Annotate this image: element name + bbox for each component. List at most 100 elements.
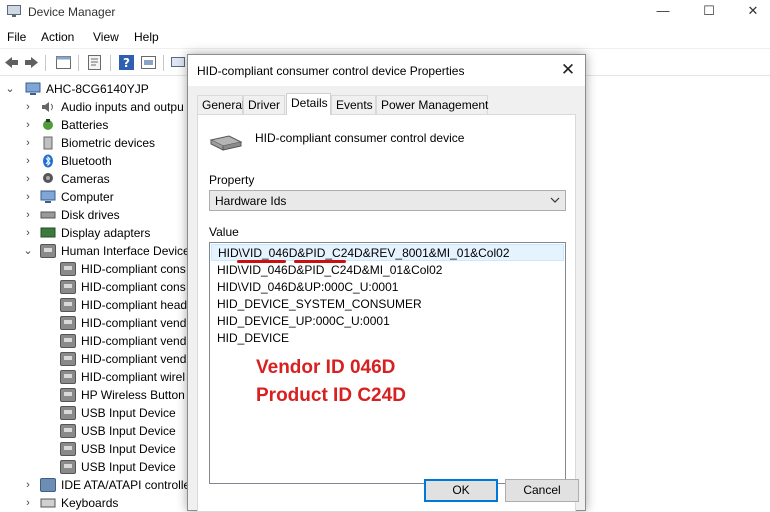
tree-item-hid-child[interactable]: HID-compliant vend [60, 332, 192, 350]
tree-item-label: USB Input Device [81, 460, 176, 474]
tree-item-hid-child[interactable]: HID-compliant cons [60, 278, 192, 296]
tree-item-label: Keyboards [61, 496, 119, 510]
chevron-down-icon[interactable]: ⌄ [22, 242, 34, 260]
chevron-down-icon[interactable]: ⌄ [4, 80, 16, 98]
value-list-item[interactable]: HID_DEVICE_UP:000C_U:0001 [211, 313, 564, 330]
tree-item-hid-child[interactable]: HID-compliant wirel [60, 368, 192, 386]
ok-button[interactable]: OK [424, 479, 498, 502]
hid-device-icon [60, 262, 76, 276]
tree-item-label: HID-compliant vend [81, 352, 187, 366]
value-list-item[interactable]: HID\VID_046D&PID_C24D&REV_8001&MI_01&Col… [211, 244, 564, 261]
tree-root[interactable]: ⌄ AHC-8CG6140YJP [4, 80, 192, 98]
help-icon[interactable]: ? [118, 54, 135, 71]
details-panel: HID-compliant consumer control device Pr… [197, 114, 576, 512]
property-dropdown[interactable]: Hardware Ids [209, 190, 566, 211]
toolbar-separator [163, 55, 164, 71]
bluetooth-icon [43, 154, 53, 168]
cancel-button[interactable]: Cancel [505, 479, 579, 502]
toolbar-separator [78, 55, 79, 71]
menu-bar: File Action View Help [0, 27, 770, 47]
tree-item-hid-child[interactable]: HID-compliant cons [60, 260, 192, 278]
tab-general[interactable]: General [197, 95, 245, 114]
tree-item-keyboards[interactable]: › Keyboards [22, 494, 192, 511]
tree-item-label: Disk drives [61, 208, 120, 222]
hid-device-icon [60, 388, 76, 402]
tree-item-computer[interactable]: › Computer [22, 188, 192, 206]
tree-item-display-adapters[interactable]: › Display adapters [22, 224, 192, 242]
tree-item-hid-child[interactable]: HP Wireless Button D [60, 386, 192, 404]
tree-item-label: HID-compliant vend [81, 334, 187, 348]
properties-dialog: HID-compliant consumer control device Pr… [187, 54, 586, 512]
tree-item-audio[interactable]: › Audio inputs and outpu [22, 98, 192, 116]
menu-action[interactable]: Action [41, 30, 74, 44]
tree-item-label: IDE ATA/ATAPI controlle [61, 478, 191, 492]
value-list[interactable]: HID\VID_046D&PID_C24D&REV_8001&MI_01&Col… [209, 242, 566, 484]
chevron-right-icon[interactable]: › [22, 98, 34, 116]
forward-arrow-icon[interactable] [23, 54, 40, 71]
chevron-right-icon[interactable]: › [22, 476, 34, 494]
device-name: HID-compliant consumer control device [255, 131, 465, 145]
properties-pane-icon[interactable] [55, 54, 72, 71]
tree-item-label: HP Wireless Button D [81, 388, 192, 402]
menu-file[interactable]: File [7, 30, 26, 44]
tree-item-bluetooth[interactable]: › Bluetooth [22, 152, 192, 170]
chevron-right-icon[interactable]: › [22, 116, 34, 134]
tree-item-biometric[interactable]: › Biometric devices [22, 134, 192, 152]
value-list-item[interactable]: HID_DEVICE [211, 330, 564, 347]
value-list-item[interactable]: HID_DEVICE_SYSTEM_CONSUMER [211, 296, 564, 313]
tree-item-disk-drives[interactable]: › Disk drives [22, 206, 192, 224]
tree-item-hid-child[interactable]: USB Input Device [60, 422, 192, 440]
chevron-right-icon[interactable]: › [22, 134, 34, 152]
dialog-close-button[interactable]: ✕ [557, 59, 579, 81]
chevron-right-icon[interactable]: › [22, 188, 34, 206]
toolbar-separator [45, 55, 46, 71]
vendor-id-annotation: Vendor ID 046D [256, 357, 396, 378]
tree-item-hid-child[interactable]: HID-compliant vend [60, 314, 192, 332]
minimize-button[interactable]: — [640, 0, 686, 24]
vendor-id-underline [237, 260, 286, 263]
close-window-button[interactable]: ✕ [730, 0, 770, 24]
menu-help[interactable]: Help [134, 30, 159, 44]
value-list-item[interactable]: HID\VID_046D&PID_C24D&MI_01&Col02 [211, 262, 564, 279]
show-hidden-icon[interactable] [140, 54, 157, 71]
chevron-right-icon[interactable]: › [22, 224, 34, 242]
toolbar-separator [110, 55, 111, 71]
chevron-right-icon[interactable]: › [22, 152, 34, 170]
chevron-right-icon[interactable]: › [22, 170, 34, 188]
chevron-right-icon[interactable]: › [22, 206, 34, 224]
product-id-underline [294, 260, 346, 263]
ide-controller-icon [40, 478, 56, 492]
device-manager-icon [7, 5, 21, 17]
hid-device-icon [60, 460, 76, 474]
device-tree: ⌄ AHC-8CG6140YJP › Audio inputs and outp… [0, 78, 192, 511]
tree-item-hid-child[interactable]: USB Input Device [60, 440, 192, 458]
tree-item-batteries[interactable]: › Batteries [22, 116, 192, 134]
tree-item-hid-child[interactable]: HID-compliant vend [60, 350, 192, 368]
tree-item-hid-child[interactable]: USB Input Device [60, 404, 192, 422]
maximize-button[interactable]: ☐ [686, 0, 732, 24]
tree-item-label: Computer [61, 190, 114, 204]
tab-power-management[interactable]: Power Management [376, 95, 488, 114]
tree-item-label: USB Input Device [81, 442, 176, 456]
keyboard-icon [40, 498, 56, 508]
back-arrow-icon[interactable] [3, 54, 20, 71]
tree-item-hid-child[interactable]: HID-compliant head [60, 296, 192, 314]
hid-device-icon [60, 280, 76, 294]
value-list-item[interactable]: HID\VID_046D&UP:000C_U:0001 [211, 279, 564, 296]
scan-hardware-icon[interactable] [170, 54, 187, 71]
hid-icon [40, 244, 56, 258]
speaker-icon [42, 102, 53, 112]
tree-item-cameras[interactable]: › Cameras [22, 170, 192, 188]
tab-details[interactable]: Details [286, 93, 331, 115]
chevron-right-icon[interactable]: › [22, 494, 34, 511]
tree-item-ide[interactable]: › IDE ATA/ATAPI controlle [22, 476, 192, 494]
properties-icon[interactable] [86, 54, 103, 71]
tree-item-hid-child[interactable]: USB Input Device [60, 458, 192, 476]
menu-view[interactable]: View [93, 30, 119, 44]
tab-events[interactable]: Events [331, 95, 376, 114]
tab-driver[interactable]: Driver [243, 95, 285, 114]
tree-item-label: HID-compliant head [81, 298, 188, 312]
hid-device-icon [60, 406, 76, 420]
tree-item-hid[interactable]: ⌄ Human Interface Device [22, 242, 192, 260]
tree-root-label: AHC-8CG6140YJP [46, 82, 149, 96]
